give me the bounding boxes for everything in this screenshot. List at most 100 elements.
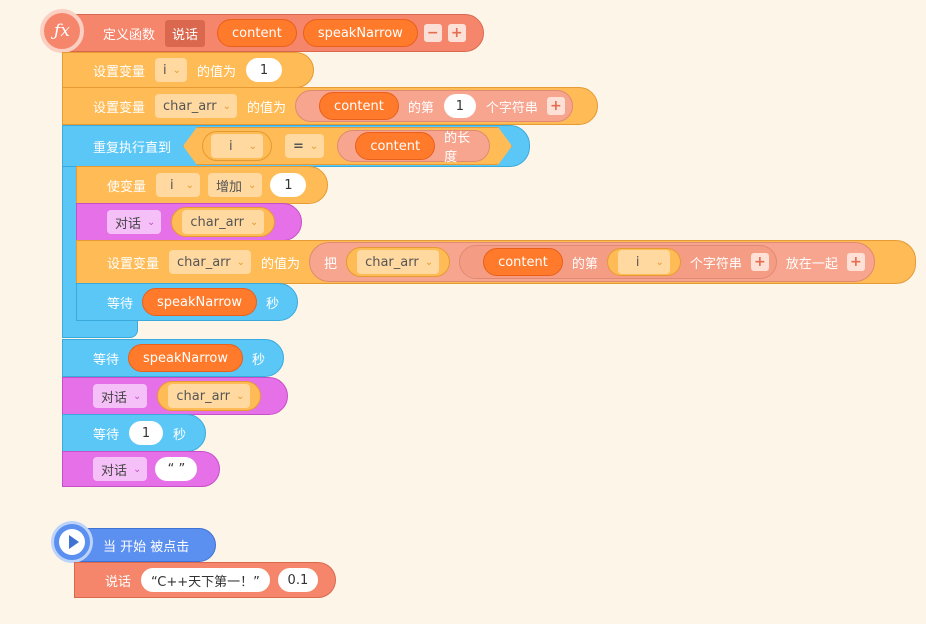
say-empty-block[interactable]: 对话 ⌄ “ ” xyxy=(62,451,220,487)
set-variable-label: 设置变量 xyxy=(93,100,146,116)
variable-name: char_arr xyxy=(163,98,217,114)
repeat-until-label: 重复执行直到 xyxy=(93,140,172,156)
operator-symbol: = xyxy=(293,138,304,154)
param-speaknarrow[interactable]: speakNarrow xyxy=(302,19,418,47)
action-dropdown[interactable]: 增加 ⌄ xyxy=(208,173,263,197)
content-reporter[interactable]: content xyxy=(483,248,563,276)
add-arg-button[interactable]: + xyxy=(750,253,769,271)
change-variable-block[interactable]: 使变量 i ⌄ 增加 ⌄ 1 xyxy=(76,166,328,204)
char-arr-reporter[interactable]: char_arr ⌄ xyxy=(346,247,451,277)
variable-dropdown-char-arr[interactable]: char_arr ⌄ xyxy=(357,250,440,274)
index-input[interactable]: 1 xyxy=(443,94,476,118)
add-param-button[interactable]: + xyxy=(447,24,466,42)
letter-of-reporter[interactable]: content 的第 i ⌄ 个字符串 + xyxy=(459,245,777,279)
chevron-down-icon: ⌄ xyxy=(133,390,142,402)
variable-dropdown-char-arr[interactable]: char_arr ⌄ xyxy=(169,250,252,274)
variable-dropdown-char-arr[interactable]: char_arr ⌄ xyxy=(168,384,251,408)
speak-narrow-input[interactable]: 0.1 xyxy=(277,568,318,592)
say-label: 对话 xyxy=(101,463,128,479)
variable-i-reporter[interactable]: i ⌄ xyxy=(606,248,681,276)
variable-dropdown-i[interactable]: i ⌄ xyxy=(617,250,670,274)
content-reporter[interactable]: content xyxy=(319,92,399,120)
content-reporter[interactable]: content xyxy=(355,132,435,160)
say-type-dropdown[interactable]: 对话 ⌄ xyxy=(93,384,148,408)
speaknarrow-reporter[interactable]: speakNarrow xyxy=(128,344,243,372)
set-variable-i-block[interactable]: 设置变量 i ⌄ 的值为 1 xyxy=(62,52,314,88)
value-label: 的值为 xyxy=(261,256,301,272)
chevron-down-icon: ⌄ xyxy=(185,179,195,191)
action-name: 增加 xyxy=(216,179,243,195)
chevron-down-icon: ⌄ xyxy=(424,256,434,268)
char-arr-reporter[interactable]: char_arr ⌄ xyxy=(171,207,276,237)
add-arg-button[interactable]: + xyxy=(546,97,565,115)
call-speak-block[interactable]: 说话 “C++天下第一！” 0.1 xyxy=(74,562,336,598)
letter-of-reporter[interactable]: content 的第 1 个字符串 + xyxy=(295,90,573,122)
variable-name: char_arr xyxy=(176,388,231,404)
chevron-down-icon: ⌄ xyxy=(248,140,258,152)
fx-icon: ƒx xyxy=(54,21,70,41)
variable-dropdown-i[interactable]: i ⌄ xyxy=(211,134,263,158)
chevron-down-icon: ⌄ xyxy=(250,216,259,228)
say-block-outer[interactable]: 对话 ⌄ char_arr ⌄ xyxy=(62,377,288,415)
wait-block-inner[interactable]: 等待 speakNarrow 秒 xyxy=(76,283,298,321)
variable-i-reporter[interactable]: i ⌄ xyxy=(202,131,272,161)
when-start-clicked-block[interactable]: 当 开始 被点击 xyxy=(74,528,216,562)
seconds-label: 秒 xyxy=(252,352,266,368)
char-arr-reporter[interactable]: char_arr ⌄ xyxy=(157,381,262,411)
say-block-inner[interactable]: 对话 ⌄ char_arr ⌄ xyxy=(76,203,302,241)
wait-label: 等待 xyxy=(93,352,120,368)
together-label: 放在一起 xyxy=(785,256,838,272)
variable-dropdown-i[interactable]: i ⌄ xyxy=(155,58,188,82)
seconds-label: 秒 xyxy=(173,427,187,443)
length-of-reporter[interactable]: content 的长度 xyxy=(337,130,490,162)
seconds-input[interactable]: 1 xyxy=(129,421,164,445)
variable-name: i xyxy=(163,62,167,78)
variable-name: i xyxy=(170,177,174,193)
set-variable-char-arr-block[interactable]: 设置变量 char_arr ⌄ 的值为 content 的第 1 个字符串 + xyxy=(62,87,598,125)
chevron-down-icon: ⌄ xyxy=(248,179,257,191)
increment-input[interactable]: 1 xyxy=(270,173,307,197)
wait-label: 等待 xyxy=(107,296,134,312)
say-text-input[interactable]: “ ” xyxy=(155,457,198,481)
speak-content-input[interactable]: “C++天下第一！” xyxy=(141,568,270,592)
variable-dropdown-char-arr[interactable]: char_arr ⌄ xyxy=(155,94,238,118)
variable-name: char_arr xyxy=(190,214,245,230)
wait-label: 等待 xyxy=(93,427,120,443)
equals-condition[interactable]: i ⌄ = ⌄ content 的长度 xyxy=(183,127,512,165)
remove-param-button[interactable]: − xyxy=(423,24,442,42)
say-label: 对话 xyxy=(101,390,128,406)
value-input[interactable]: 1 xyxy=(246,58,283,82)
event-icon xyxy=(51,521,93,563)
variable-name: i xyxy=(229,138,233,154)
repeat-footer xyxy=(62,320,138,338)
length-label: 的长度 xyxy=(444,131,471,165)
join-reporter[interactable]: 把 char_arr ⌄ content 的第 i ⌄ 个字符串 + 放在一起 + xyxy=(309,242,875,282)
say-type-dropdown[interactable]: 对话 ⌄ xyxy=(107,210,162,234)
wait-block-outer[interactable]: 等待 speakNarrow 秒 xyxy=(62,339,284,377)
chevron-down-icon: ⌄ xyxy=(236,256,246,268)
define-function-block[interactable]: 定义函数 说话 content speakNarrow − + xyxy=(62,14,484,52)
set-variable-join-block[interactable]: 设置变量 char_arr ⌄ 的值为 把 char_arr ⌄ content 的… xyxy=(76,240,916,284)
function-icon: ƒx xyxy=(40,9,84,53)
say-type-dropdown[interactable]: 对话 ⌄ xyxy=(93,457,148,481)
set-variable-label: 设置变量 xyxy=(107,256,160,272)
param-content[interactable]: content xyxy=(217,19,297,47)
variable-name: char_arr xyxy=(365,254,419,270)
of-label: 的第 xyxy=(407,100,434,116)
operator-dropdown[interactable]: = ⌄ xyxy=(285,134,324,158)
chevron-down-icon: ⌄ xyxy=(147,216,156,228)
chevron-down-icon: ⌄ xyxy=(172,64,182,76)
speaknarrow-reporter[interactable]: speakNarrow xyxy=(142,288,257,316)
of-label: 的第 xyxy=(571,256,598,272)
variable-dropdown-i[interactable]: i ⌄ xyxy=(156,173,201,197)
variable-name: char_arr xyxy=(177,254,231,270)
seconds-label: 秒 xyxy=(266,296,280,312)
call-label: 说话 xyxy=(105,574,132,590)
wait-one-block[interactable]: 等待 1 秒 xyxy=(62,414,206,452)
add-join-item-button[interactable]: + xyxy=(846,253,865,271)
value-label: 的值为 xyxy=(247,100,287,116)
play-icon xyxy=(59,529,85,555)
variable-dropdown-char-arr[interactable]: char_arr ⌄ xyxy=(182,210,265,234)
function-name[interactable]: 说话 xyxy=(165,19,206,47)
define-label: 定义函数 xyxy=(103,27,156,43)
